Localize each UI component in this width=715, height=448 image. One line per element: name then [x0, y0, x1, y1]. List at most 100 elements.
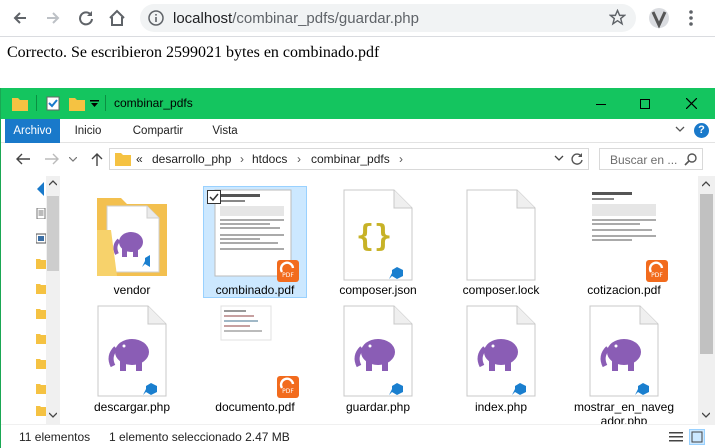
tab-vista[interactable]: Vista: [205, 119, 245, 143]
nav-pane-scroll-thumb[interactable]: [47, 196, 59, 271]
folder-icon[interactable]: [36, 333, 46, 344]
new-folder-icon[interactable]: [69, 96, 85, 111]
file-item-documento-pdf[interactable]: PDF documento.pdf: [195, 304, 315, 424]
file-item-index-php[interactable]: index.php: [441, 304, 561, 424]
pdf-thumbnail-icon: PDF: [220, 305, 299, 398]
close-button[interactable]: [668, 88, 714, 119]
file-item-descargar-php[interactable]: descargar.php: [72, 304, 192, 424]
browser-toolbar: localhost/combinar_pdfs/guardar.php: [0, 0, 715, 37]
tab-archivo[interactable]: Archivo: [5, 119, 60, 143]
refresh-icon[interactable]: [570, 152, 584, 166]
file-item-composer-json[interactable]: {} composer.json: [318, 188, 438, 298]
reload-button[interactable]: [74, 6, 98, 30]
breadcrumb-item-htdocs[interactable]: htdocs: [252, 152, 287, 166]
php-file-icon: [466, 305, 536, 397]
file-label: cotizacion.pdf: [587, 283, 661, 297]
file-label: index.php: [474, 400, 528, 414]
checkbox-checked-icon[interactable]: [207, 190, 221, 204]
file-label: guardar.php: [345, 400, 411, 414]
php-file-icon: [97, 305, 167, 397]
back-arrow-icon[interactable]: [16, 153, 30, 165]
file-item-combinado-pdf[interactable]: PDF combinado.pdf: [195, 186, 315, 298]
breadcrumb-item-desarrollo-php[interactable]: desarrollo_php: [152, 152, 231, 166]
file-item-cotizacion-pdf[interactable]: PDF cotizacion.pdf: [564, 188, 684, 298]
scroll-down-icon[interactable]: [49, 412, 57, 418]
pdf-thumbnail-icon: PDF: [214, 189, 299, 282]
menu-button[interactable]: [679, 6, 703, 30]
breadcrumb-item-combinar-pdfs[interactable]: combinar_pdfs: [311, 152, 390, 166]
arrow-left-icon: [13, 12, 26, 24]
close-icon: [685, 98, 697, 109]
file-name: combinado.pdf: [215, 283, 295, 297]
maximize-button[interactable]: [622, 88, 668, 119]
profile-avatar[interactable]: [647, 6, 671, 30]
item-count: 11 elementos: [19, 430, 91, 444]
breadcrumb[interactable]: « desarrollo_php › htdocs › combinar_pdf…: [109, 148, 589, 170]
collapse-arrow-icon[interactable]: [37, 182, 45, 196]
explorer-address-bar: « desarrollo_php › htdocs › combinar_pdf…: [1, 144, 715, 176]
folder-icon[interactable]: [36, 358, 46, 369]
properties-icon[interactable]: [46, 96, 60, 111]
file-item-vendor[interactable]: vendor: [72, 188, 192, 298]
breadcrumb-separator: ›: [297, 152, 301, 166]
folder-icon[interactable]: [36, 405, 46, 416]
help-icon[interactable]: ?: [694, 123, 709, 138]
minimize-icon: [596, 103, 606, 105]
image-icon[interactable]: [36, 233, 46, 244]
file-item-composer-lock[interactable]: composer.lock: [441, 188, 561, 298]
title-bar: combinar_pdfs: [1, 88, 715, 119]
home-icon: [109, 9, 125, 26]
large-icons-view-icon[interactable]: [689, 429, 705, 445]
file-label: combinado.pdf: [195, 283, 315, 297]
url-text: localhost/combinar_pdfs/guardar.php: [173, 10, 419, 27]
details-view-icon[interactable]: [668, 429, 684, 445]
file-label: composer.lock: [462, 283, 540, 297]
forward-button[interactable]: [41, 6, 65, 30]
navigation-pane: [1, 176, 61, 424]
pdf-thumbnail-icon: PDF: [590, 190, 668, 282]
up-arrow-icon[interactable]: [91, 152, 103, 166]
svg-text:PDF: PDF: [282, 388, 294, 395]
content-scroll-thumb[interactable]: [700, 194, 713, 354]
search-placeholder: Buscar en ...: [610, 153, 678, 167]
recent-locations-icon[interactable]: [69, 157, 77, 162]
forward-arrow-icon[interactable]: [45, 153, 59, 165]
scroll-up-icon[interactable]: [702, 181, 710, 187]
tab-inicio[interactable]: Inicio: [64, 119, 112, 143]
folder-icon[interactable]: [36, 308, 46, 319]
folder-icon[interactable]: [36, 258, 46, 269]
chevron-down-icon[interactable]: [554, 155, 564, 162]
folder-icon[interactable]: [36, 383, 46, 394]
breadcrumb-overflow[interactable]: «: [136, 152, 143, 166]
file-item-mostrar-en-navegador-php[interactable]: mostrar_en_navegador.php: [564, 304, 684, 424]
customize-quick-access-icon[interactable]: [90, 100, 99, 108]
svg-text:{}: {}: [356, 219, 392, 254]
address-bar[interactable]: localhost/combinar_pdfs/guardar.php: [140, 4, 636, 32]
home-button[interactable]: [105, 6, 129, 30]
search-input[interactable]: Buscar en ...: [599, 148, 703, 170]
generic-file-icon: [466, 189, 536, 281]
file-label: composer.json: [339, 283, 417, 297]
tab-compartir[interactable]: Compartir: [125, 119, 191, 143]
content-scrollbar[interactable]: [698, 176, 715, 424]
folder-icon[interactable]: [36, 283, 46, 294]
info-icon[interactable]: [148, 10, 164, 26]
divider: [36, 95, 37, 111]
search-icon: [684, 153, 697, 166]
file-item-guardar-php[interactable]: guardar.php: [318, 304, 438, 424]
bookmark-star-icon[interactable]: [609, 9, 626, 26]
reload-icon: [79, 11, 93, 26]
window-title: combinar_pdfs: [114, 96, 193, 110]
avatar-icon: [649, 8, 669, 29]
expand-ribbon-icon[interactable]: [675, 125, 685, 133]
back-button[interactable]: [8, 6, 32, 30]
minimize-button[interactable]: [578, 88, 624, 119]
folder-icon: [115, 153, 131, 166]
scroll-down-icon[interactable]: [702, 412, 710, 418]
file-list: vendor PDF combinado.pdf {} composer.jso…: [61, 176, 696, 424]
scroll-up-icon[interactable]: [49, 180, 57, 186]
breadcrumb-separator: ›: [240, 152, 244, 166]
explorer-window: combinar_pdfs Archivo Inicio Compartir V…: [0, 88, 715, 448]
status-bar: 11 elementos 1 elemento seleccionado 2.4…: [1, 424, 715, 448]
document-icon[interactable]: [36, 208, 46, 219]
